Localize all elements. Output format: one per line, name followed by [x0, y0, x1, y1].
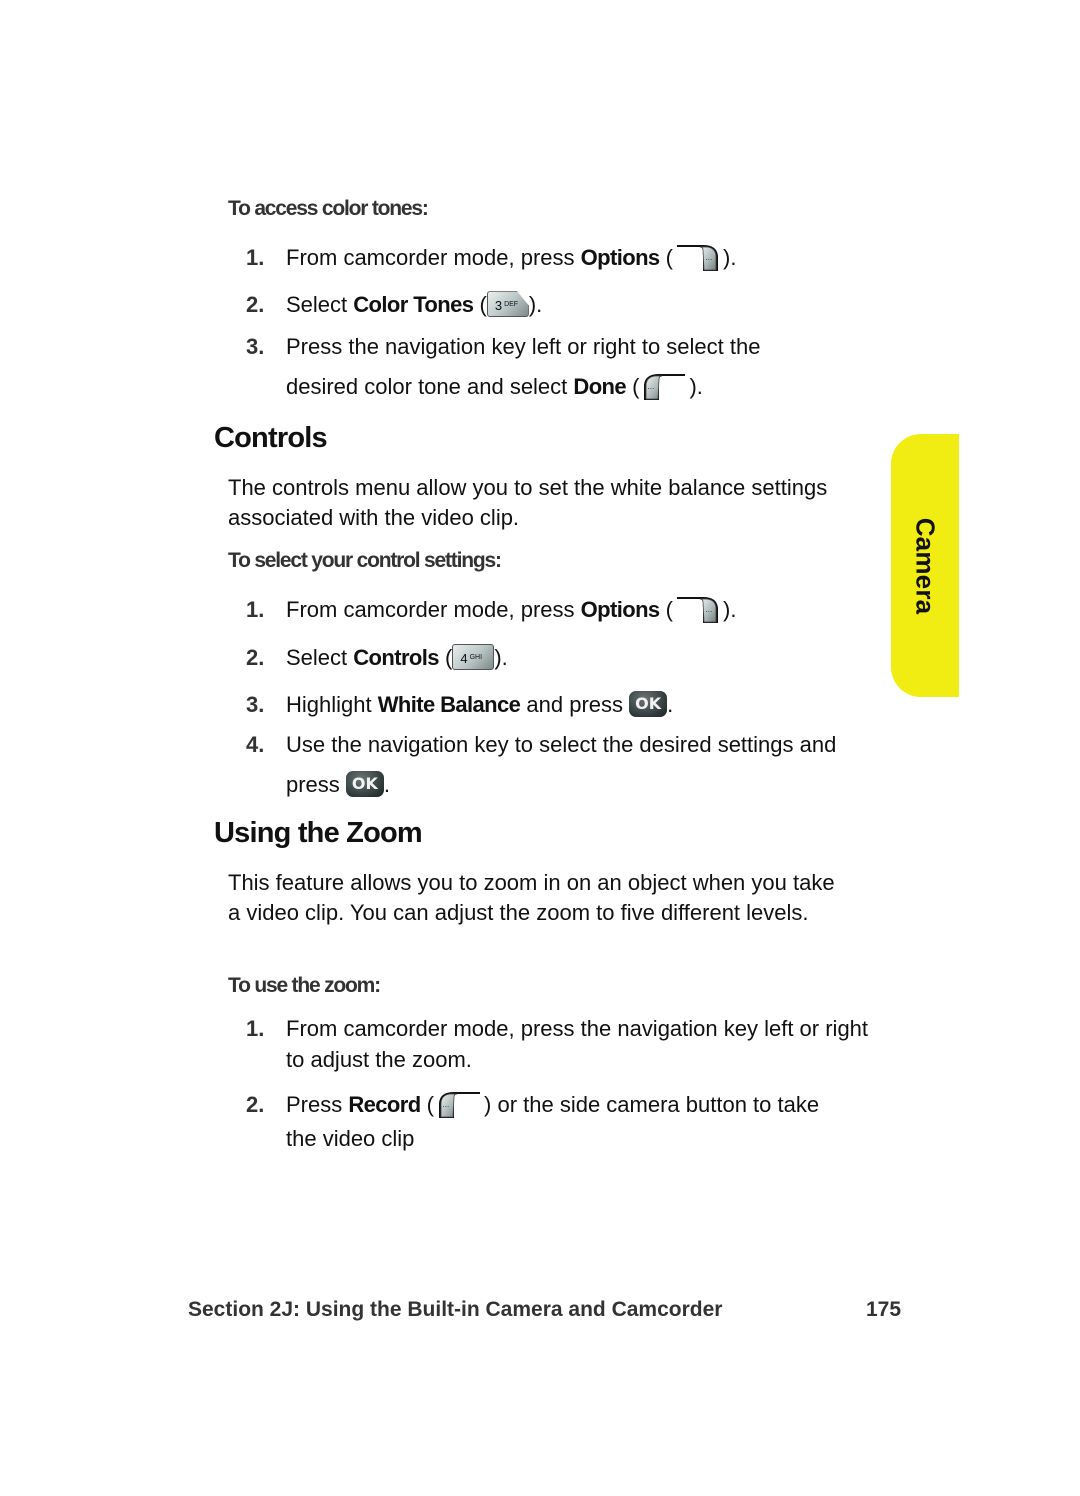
step-number: 2.: [246, 292, 265, 317]
footer-section-title: Section 2J: Using the Built-in Camera an…: [188, 1298, 723, 1321]
right-softkey-icon: ···: [673, 594, 723, 624]
ok-key-icon: OK: [345, 771, 384, 798]
list-item: 2. Select Controls (4 GHI).: [246, 638, 886, 678]
step-number: 3.: [246, 692, 265, 717]
step-number: 1.: [246, 1016, 265, 1041]
section-heading-controls: Controls: [214, 422, 328, 454]
side-tab-label: Camera: [910, 517, 941, 614]
step-number: 1.: [246, 597, 265, 622]
list-item: 3. Press the navigation key left or righ…: [246, 327, 886, 407]
list-item: 2. Select Color Tones (3 DEF).: [246, 285, 886, 325]
list-item: 1. From camcorder mode, press the naviga…: [246, 1013, 886, 1075]
svg-text:···: ···: [706, 608, 713, 616]
ok-key-icon: OK: [629, 691, 668, 718]
section-heading-zoom: Using the Zoom: [214, 817, 423, 849]
list-item: 3. Highlight White Balance and press OK.: [246, 685, 886, 725]
step-number: 1.: [246, 245, 265, 270]
svg-text:···: ···: [443, 1103, 450, 1111]
page-number: 175: [866, 1298, 902, 1321]
list-item: 4. Use the navigation key to select the …: [246, 725, 886, 805]
subheading-control-settings: To select your control settings:: [228, 549, 502, 572]
svg-text:···: ···: [706, 256, 713, 264]
subheading-color-tones: To access color tones:: [228, 197, 429, 220]
right-softkey-icon: ···: [673, 242, 723, 272]
step-number: 2.: [246, 1092, 265, 1117]
subheading-use-zoom: To use the zoom:: [228, 974, 381, 997]
keypad-3-icon: 3 DEF: [486, 291, 529, 318]
svg-text:···: ···: [648, 385, 655, 393]
zoom-intro: This feature allows you to zoom in on an…: [228, 870, 835, 925]
step-number: 3.: [246, 334, 265, 359]
step-number: 4.: [246, 732, 265, 757]
list-item: 2. Press Record ( ··· ) or the side came…: [246, 1088, 886, 1156]
keypad-4-icon: 4 GHI: [452, 644, 495, 671]
list-item: 1. From camcorder mode, press Options ( …: [246, 238, 886, 278]
controls-intro: The controls menu allow you to set the w…: [228, 475, 828, 530]
left-softkey-icon: ···: [434, 1089, 484, 1119]
left-softkey-icon: ···: [639, 371, 689, 401]
side-tab-camera: Camera: [891, 434, 959, 697]
step-number: 2.: [246, 645, 265, 670]
list-item: 1. From camcorder mode, press Options ( …: [246, 590, 886, 630]
